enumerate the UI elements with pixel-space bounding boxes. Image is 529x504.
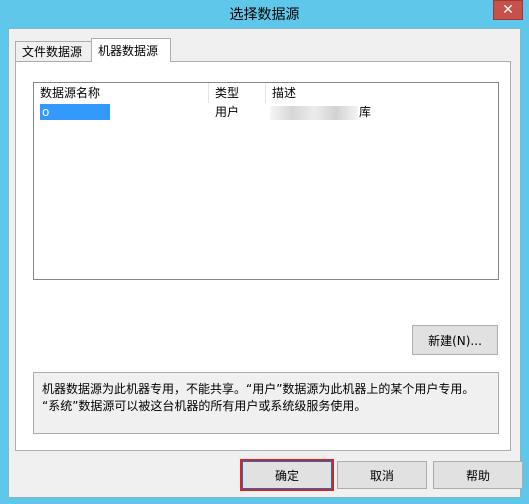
tab-file-dsn[interactable]: 文件数据源 — [15, 41, 92, 61]
title-bar[interactable]: 选择数据源 ✕ — [0, 0, 529, 28]
blurred-region — [270, 105, 358, 120]
new-button[interactable]: 新建(N)... — [412, 325, 498, 355]
window-title: 选择数据源 — [229, 7, 300, 23]
list-header: 数据源名称 类型 描述 — [34, 83, 498, 103]
dsn-list[interactable]: 数据源名称 类型 描述 o 用户 库 — [33, 82, 499, 280]
info-line-2: “系统”数据源可以被这台机器的所有用户或系统级服务使用。 — [42, 399, 367, 413]
ok-button[interactable]: 确定 — [240, 459, 334, 491]
info-line-1: 机器数据源为此机器专用，不能共享。“用户”数据源为此机器上的某个用户专用。 — [42, 382, 475, 396]
selected-name: o — [40, 104, 110, 120]
cancel-button[interactable]: 取消 — [337, 461, 427, 489]
info-box: 机器数据源为此机器专用，不能共享。“用户”数据源为此机器上的某个用户专用。 “系… — [33, 372, 499, 434]
column-header-description[interactable]: 描述 — [266, 83, 498, 103]
help-button[interactable]: 帮助 — [433, 461, 523, 489]
tab-machine-dsn[interactable]: 机器数据源 — [91, 38, 171, 62]
list-item-type: 用户 — [215, 105, 240, 119]
column-header-name[interactable]: 数据源名称 — [34, 83, 209, 103]
list-item[interactable]: o 用户 库 — [34, 103, 498, 121]
description-suffix: 库 — [359, 105, 372, 119]
dialog-window: 选择数据源 ✕ 文件数据源 机器数据源 数据源名称 类型 描述 o 用户 库 新… — [0, 0, 529, 504]
column-header-type[interactable]: 类型 — [209, 83, 266, 103]
dialog-client: 文件数据源 机器数据源 数据源名称 类型 描述 o 用户 库 新建(N)... … — [8, 28, 523, 498]
tab-panel: 数据源名称 类型 描述 o 用户 库 新建(N)... 机器数据源为此机器专用，… — [15, 61, 511, 451]
list-item-description: 库 — [266, 103, 498, 121]
list-item-name: o — [34, 103, 209, 121]
close-button[interactable]: ✕ — [493, 0, 523, 20]
close-icon: ✕ — [502, 2, 514, 18]
